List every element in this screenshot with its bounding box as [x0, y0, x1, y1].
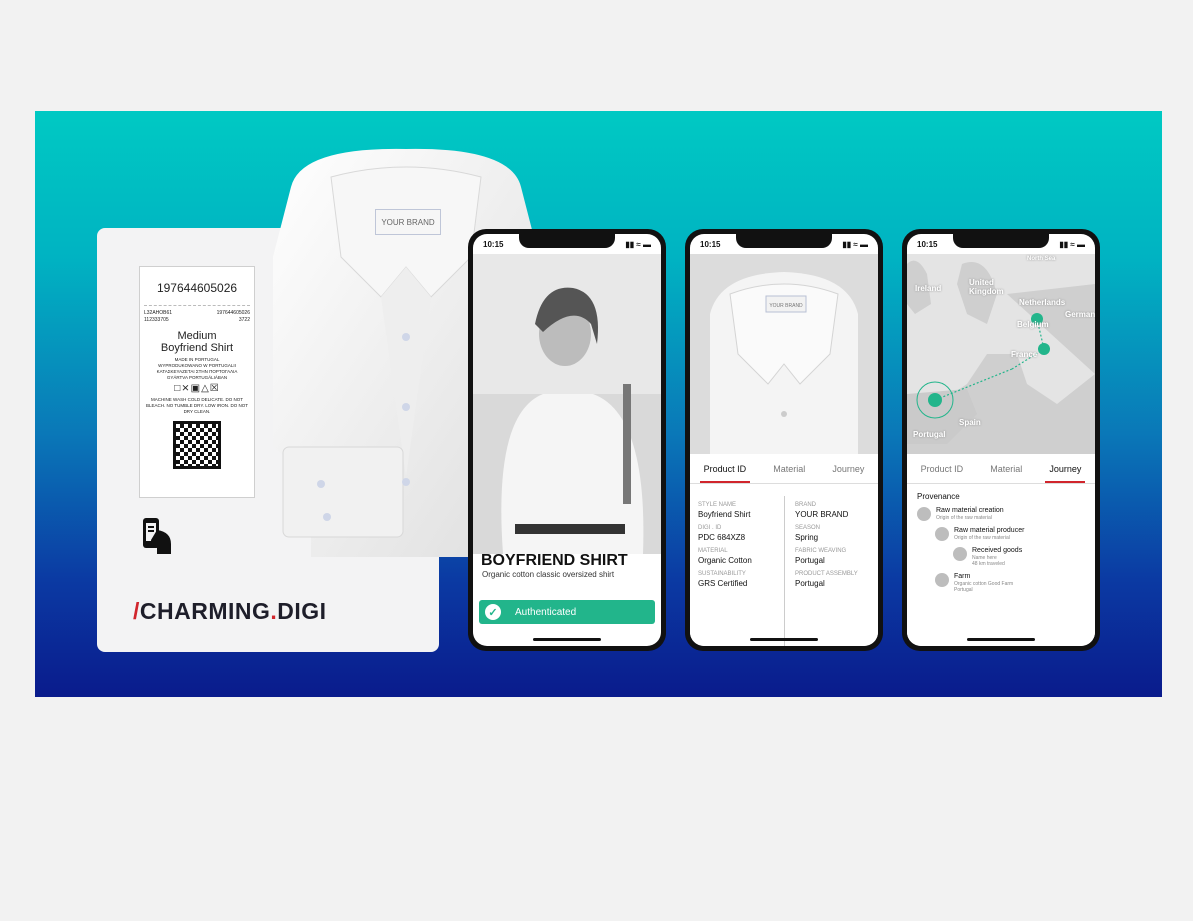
- butterfly-icon: [935, 527, 949, 541]
- info-value: Portugal: [795, 579, 825, 588]
- info-value: GRS Certified: [698, 579, 748, 588]
- provenance-panel: Provenance Raw material creation Origin o…: [907, 486, 1095, 646]
- tab-material[interactable]: Material: [773, 464, 805, 474]
- product-subtitle: Organic cotton classic oversized shirt: [482, 570, 615, 579]
- info-key: SUSTAINABILITY: [698, 571, 746, 577]
- tag-made-in: MADE IN PORTUGAL WYPRODUKOWANO W PORTUGA…: [156, 357, 238, 380]
- map-label: France: [1011, 350, 1038, 359]
- care-symbols-icon: □⨯▣△☒: [174, 383, 220, 394]
- info-key: PRODUCT ASSEMBLY: [795, 571, 858, 577]
- info-key: MATERIAL: [698, 548, 728, 554]
- charming-digi-logo: /CHARMING.DIGI: [133, 598, 327, 624]
- status-icons: ▮▮ ≈ ▬: [1059, 240, 1085, 249]
- tab-journey[interactable]: Journey: [832, 464, 864, 474]
- map-label: North Sea: [1027, 256, 1056, 262]
- tab-bar: Product ID Material Journey: [907, 454, 1095, 484]
- status-time: 10:15: [700, 240, 721, 249]
- tab-journey[interactable]: Journey: [1045, 464, 1086, 483]
- hand-phone-scan-icon: [143, 518, 171, 554]
- status-icons: ▮▮ ≈ ▬: [842, 240, 868, 249]
- shirt-brand-label: YOUR BRAND: [375, 209, 441, 235]
- tag-code: 197644605026: [216, 310, 250, 316]
- tag-product-name: Boyfriend Shirt: [160, 342, 234, 354]
- product-title: BOYFRIEND SHIRT: [481, 552, 628, 569]
- phone-journey: 10:15 ▮▮ ≈ ▬ North Sea Ireland United Ki…: [902, 229, 1100, 651]
- status-icons: ▮▮ ≈ ▬: [625, 240, 651, 249]
- hero-banner: 197644605026 L32AHOB61 197644605026 11233…: [35, 111, 1162, 697]
- farm-icon: [935, 573, 949, 587]
- map-label: Portugal: [913, 430, 946, 439]
- info-key: BRAND: [795, 502, 817, 508]
- tag-care-text: MACHINE WASH COLD DELICATE. DO NOT BLEAC…: [145, 397, 249, 414]
- info-key: FABRIC WEAVING: [795, 548, 847, 554]
- journey-map[interactable]: North Sea Ireland United Kingdom Netherl…: [907, 254, 1095, 454]
- provenance-heading: Provenance: [917, 492, 960, 501]
- checkmark-icon: ✓: [485, 604, 501, 620]
- info-key: DIGI . ID: [698, 525, 722, 531]
- tag-barcode-number: 197644605026: [156, 281, 238, 295]
- tab-material[interactable]: Material: [990, 464, 1022, 474]
- step-title: Raw material creation: [936, 507, 1004, 514]
- status-time: 10:15: [917, 240, 938, 249]
- status-time: 10:15: [483, 240, 504, 249]
- step-desc: Origin of the raw material: [936, 515, 992, 521]
- shirt-photo-label: YOUR BRAND: [769, 303, 803, 309]
- info-value: Organic Cotton: [698, 556, 752, 565]
- info-value: Portugal: [795, 556, 825, 565]
- authenticated-button[interactable]: ✓ Authenticated: [479, 600, 655, 624]
- journey-step[interactable]: Raw material creation Origin of the raw m…: [917, 507, 1085, 521]
- journey-step[interactable]: Farm Organic cotton Good Farm Portugal: [935, 573, 1085, 593]
- tag-size: Medium: [177, 330, 217, 342]
- map-label: German: [1065, 310, 1095, 319]
- garment-tag: 197644605026 L32AHOB61 197644605026 11233…: [139, 266, 255, 498]
- map-label: Ireland: [915, 284, 942, 293]
- journey-step[interactable]: Raw material producer Origin of the raw m…: [935, 527, 1085, 541]
- map-label: Spain: [959, 418, 981, 427]
- product-info-panel: STYLE NAME Boyfriend Shirt DIGI . ID PDC…: [690, 486, 878, 646]
- map-label: United Kingdom: [969, 278, 1004, 296]
- tag-code: 3722: [238, 317, 250, 323]
- journey-step[interactable]: Received goods Name here 48 km traveled: [953, 547, 1085, 567]
- step-desc: Organic cotton Good Farm Portugal: [954, 581, 1014, 593]
- tab-product-id[interactable]: Product ID: [921, 464, 964, 474]
- step-title: Raw material producer: [954, 527, 1025, 534]
- info-key: SEASON: [795, 525, 821, 531]
- shirt-photo: YOUR BRAND: [690, 254, 878, 454]
- model-photo: [473, 254, 661, 554]
- step-desc: Name here 48 km traveled: [972, 555, 1005, 567]
- info-value: Boyfriend Shirt: [698, 510, 751, 519]
- phone-authentication: 10:15 ▮▮ ≈ ▬ BOYFRIEND SHIRT Organic cott…: [468, 229, 666, 651]
- tab-product-id[interactable]: Product ID: [699, 464, 750, 483]
- step-title: Received goods: [972, 547, 1023, 554]
- step-desc: Origin of the raw material: [954, 535, 1010, 541]
- info-value: Spring: [795, 533, 819, 542]
- tag-code: L32AHOB61: [144, 310, 173, 316]
- flower-icon: [917, 507, 931, 521]
- info-value: YOUR BRAND: [795, 510, 849, 519]
- step-title: Farm: [954, 573, 971, 580]
- authenticated-label: Authenticated: [515, 606, 577, 618]
- info-value: PDC 684XZ8: [698, 533, 746, 542]
- info-key: STYLE NAME: [698, 502, 737, 508]
- map-label: Netherlands: [1019, 298, 1066, 307]
- tag-code: 112333705: [144, 317, 169, 323]
- truck-icon: [953, 547, 967, 561]
- tab-bar: Product ID Material Journey: [690, 454, 878, 484]
- phone-product-id: 10:15 ▮▮ ≈ ▬ YOUR BRAND Product ID Materi…: [685, 229, 883, 651]
- map-label: Belgium: [1017, 320, 1049, 329]
- qr-code-icon[interactable]: [173, 421, 221, 469]
